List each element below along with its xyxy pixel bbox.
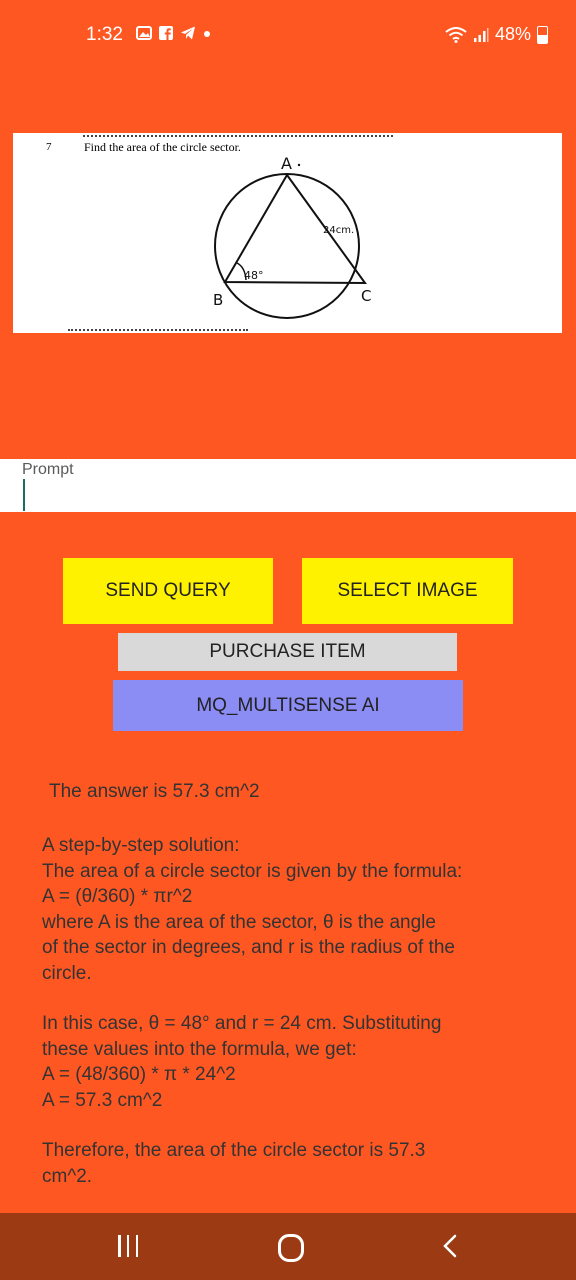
answer-text: The answer is 57.3 cm^2 <box>49 781 260 802</box>
solution-text: A step-by-step solution: The area of a c… <box>42 833 542 1189</box>
side-length-label: 24cm. <box>323 225 354 236</box>
battery-icon <box>537 25 548 44</box>
select-image-button[interactable]: SELECT IMAGE <box>302 558 513 624</box>
status-right: 48% <box>445 24 548 45</box>
facebook-icon <box>159 26 173 40</box>
mq-multisense-button[interactable]: MQ_MULTISENSE AI <box>113 680 463 731</box>
signal-icon <box>473 27 489 42</box>
solution-line: these values into the formula, we get: <box>42 1038 357 1060</box>
notification-icons <box>136 25 212 41</box>
system-nav-bar <box>0 1213 576 1280</box>
solution-line: circle. <box>42 962 92 984</box>
dot-icon <box>204 31 210 37</box>
gallery-icon <box>136 26 152 40</box>
purchase-item-button[interactable]: PURCHASE ITEM <box>118 633 457 671</box>
vertex-b-label: B <box>213 291 223 309</box>
cropped-text-line-bottom <box>68 329 248 333</box>
vertex-c-label: C <box>361 287 371 305</box>
solution-line: A = (48/360) * π * 24^2 <box>42 1064 236 1085</box>
solution-line: A step-by-step solution: <box>42 835 240 856</box>
home-icon[interactable] <box>278 1234 304 1262</box>
vertex-a-label: A <box>281 154 292 173</box>
status-time: 1:32 <box>86 24 123 45</box>
angle-label: 48° <box>244 269 264 282</box>
send-query-button[interactable]: SEND QUERY <box>63 558 273 624</box>
solution-line: cm^2. <box>42 1165 93 1187</box>
circle-triangle-diagram: A B C 24cm. 48° <box>213 154 371 319</box>
back-icon[interactable] <box>440 1233 460 1259</box>
prompt-label: Prompt <box>22 461 74 478</box>
solution-line: of the sector in degrees, and r is the r… <box>42 937 455 958</box>
telegram-icon <box>181 26 195 40</box>
solution-line: A = 57.3 cm^2 <box>42 1089 163 1111</box>
solution-line: Therefore, the area of the circle sector… <box>42 1140 426 1161</box>
prompt-input[interactable]: Prompt <box>0 459 576 512</box>
wifi-icon <box>445 26 467 43</box>
solution-line: where A is the area of the sector, θ is … <box>42 911 436 933</box>
status-bar: 1:32 48% <box>0 0 576 70</box>
solution-line: The area of a circle sector is given by … <box>42 860 463 882</box>
recents-icon[interactable] <box>118 1235 138 1257</box>
battery-percent: 48% <box>494 24 531 44</box>
question-image[interactable]: 7 Find the area of the circle sector. A … <box>13 133 562 333</box>
solution-line: A = (θ/360) * πr^2 <box>42 886 193 907</box>
solution-line: In this case, θ = 48° and r = 24 cm. Sub… <box>42 1013 442 1034</box>
text-cursor <box>23 479 25 511</box>
